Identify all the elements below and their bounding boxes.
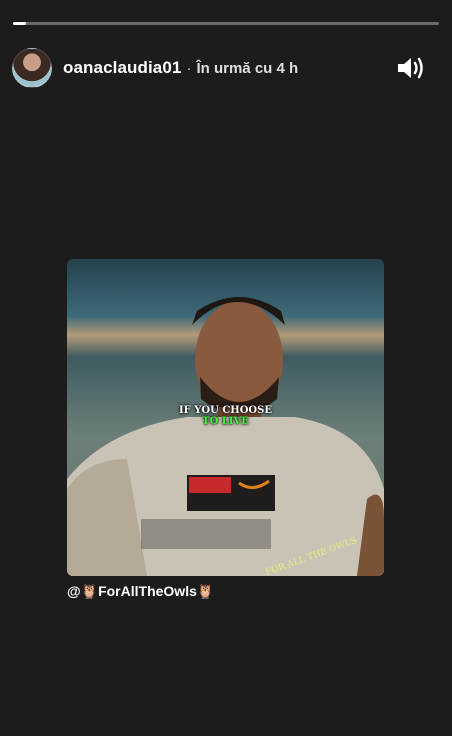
story-progress-bar [13, 22, 439, 25]
speaker-on-icon [398, 57, 423, 79]
caption-line-1: IF YOU CHOOSE [179, 405, 272, 416]
video-caption: IF YOU CHOOSE TO LIVE [179, 405, 272, 427]
caption-line-2: TO LIVE [202, 416, 249, 427]
post-time: În urmă cu 4 h [196, 59, 299, 77]
story-progress-fill [13, 22, 26, 25]
story-header: oanaclaudia01 · În urmă cu 4 h [12, 48, 440, 88]
mention-sticker[interactable]: @🦉ForAllTheOwls🦉 [67, 583, 214, 600]
username[interactable]: oanaclaudia01 [63, 58, 181, 78]
separator-dot: · [186, 59, 192, 77]
sound-toggle-button[interactable] [396, 54, 426, 82]
avatar[interactable] [12, 48, 52, 88]
story-media[interactable]: IF YOU CHOOSE TO LIVE FOR ALL THE OWLS [67, 259, 384, 576]
